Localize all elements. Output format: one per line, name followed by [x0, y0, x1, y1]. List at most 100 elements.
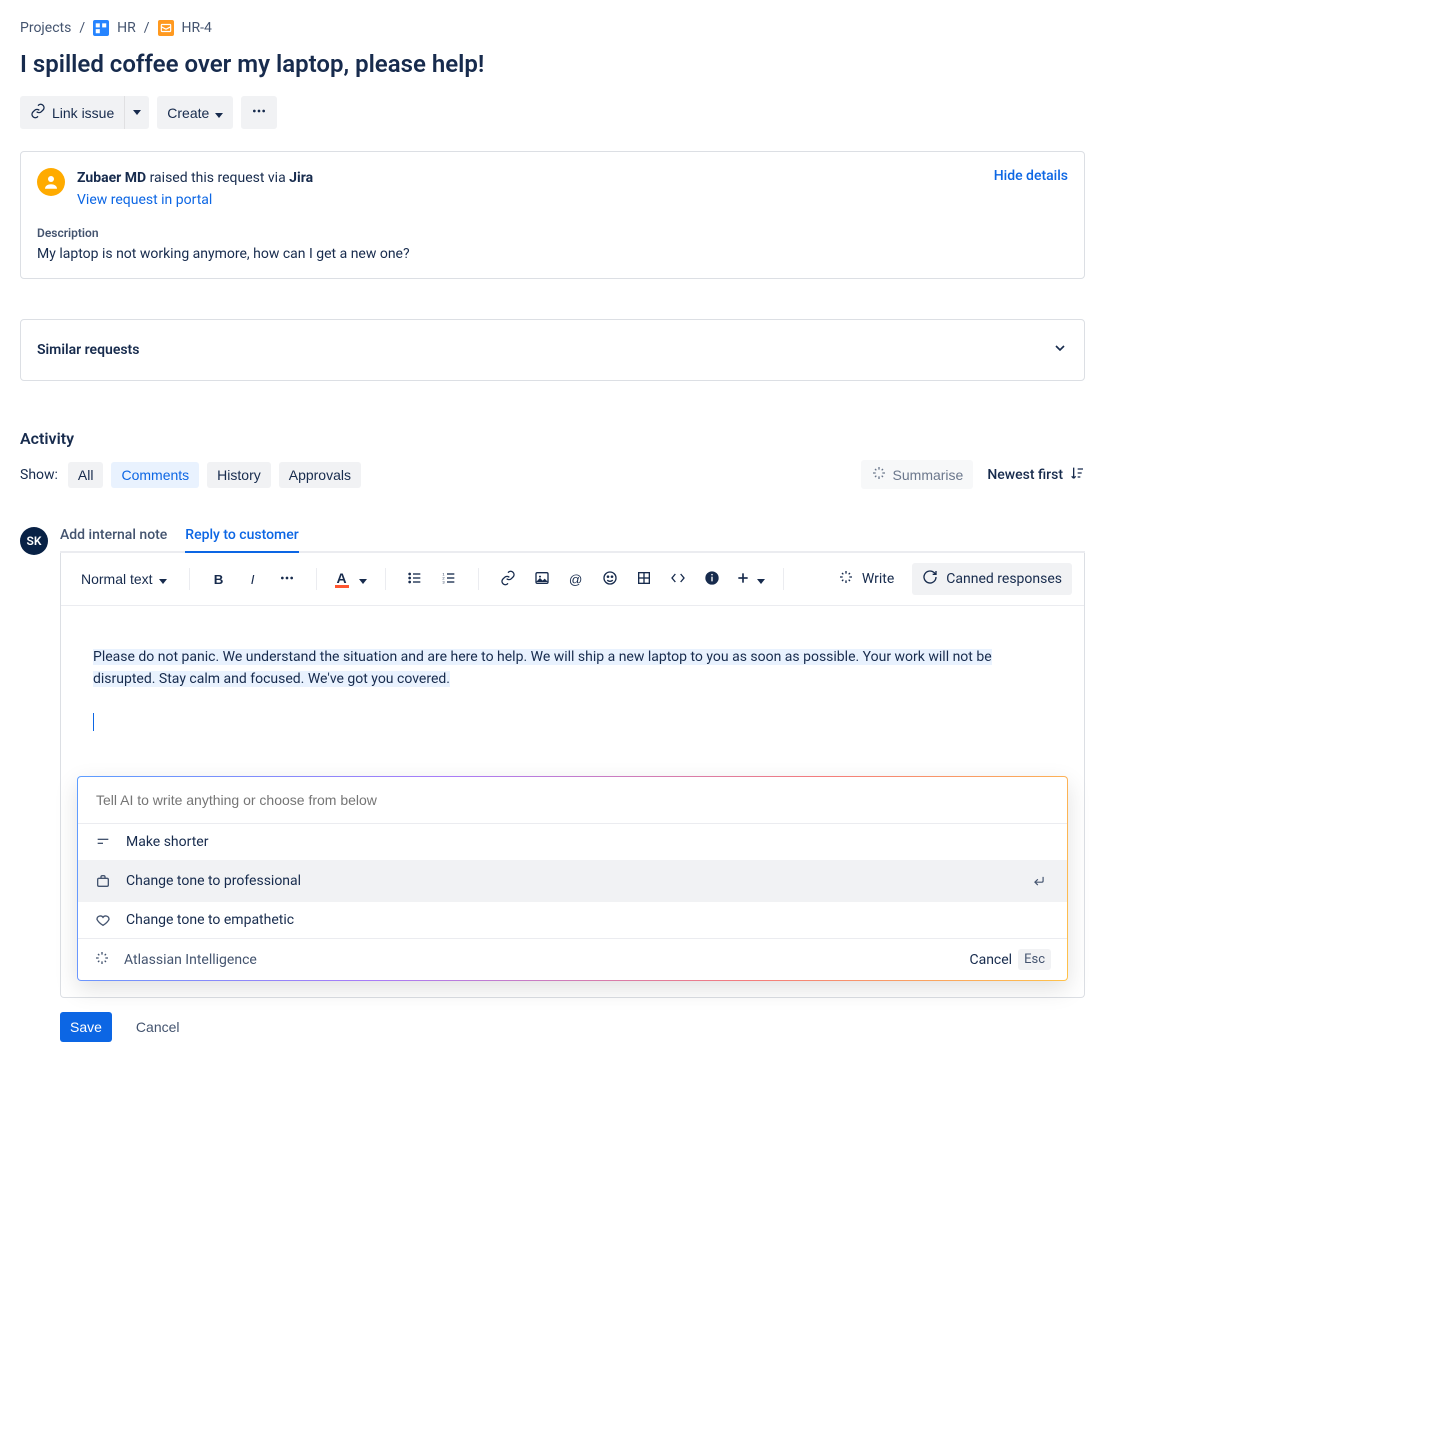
table-button[interactable] [629, 564, 659, 594]
hide-details-link[interactable]: Hide details [994, 168, 1068, 184]
link-issue-more-button[interactable] [124, 96, 149, 129]
link-button[interactable] [493, 564, 523, 594]
chevron-down-icon [757, 571, 765, 587]
more-actions-button[interactable] [241, 96, 277, 129]
ai-option-tone-professional[interactable]: Change tone to professional [78, 860, 1067, 902]
bold-button[interactable]: B [204, 564, 234, 594]
image-button[interactable] [527, 564, 557, 594]
requester-line: Zubaer MD raised this request via Jira [77, 170, 313, 186]
numbered-list-button[interactable]: 123 [434, 564, 464, 594]
sort-icon [1069, 465, 1085, 485]
chevron-down-icon [159, 571, 167, 587]
ai-option-label: Change tone to empathetic [126, 912, 294, 928]
filter-all[interactable]: All [68, 462, 104, 488]
emoji-button[interactable] [595, 564, 625, 594]
ai-option-make-shorter[interactable]: Make shorter [78, 824, 1067, 860]
sort-button[interactable]: Newest first [987, 465, 1085, 485]
info-button[interactable] [697, 564, 727, 594]
shorten-icon [94, 834, 112, 850]
canned-label: Canned responses [946, 571, 1062, 587]
chevron-down-icon [359, 571, 367, 587]
create-label: Create [167, 105, 209, 121]
table-icon [636, 570, 652, 589]
summarise-button[interactable]: Summarise [861, 460, 974, 489]
emoji-icon [602, 570, 618, 589]
filter-approvals[interactable]: Approvals [279, 462, 361, 488]
project-icon [93, 20, 109, 36]
ai-write-button[interactable]: Write [828, 563, 904, 595]
ai-panel: Make shorter Change tone to professional [77, 776, 1068, 981]
summarise-label: Summarise [893, 467, 964, 483]
cancel-button[interactable]: Cancel [126, 1012, 190, 1042]
insert-more-button[interactable] [731, 564, 769, 594]
ai-prompt-input[interactable] [94, 791, 1051, 809]
ai-option-tone-empathetic[interactable]: Change tone to empathetic [78, 902, 1067, 938]
selected-text: Please do not panic. We understand the s… [93, 649, 992, 687]
requester-name: Zubaer MD [77, 170, 146, 186]
svg-text:3: 3 [442, 579, 445, 584]
italic-button[interactable]: I [238, 564, 268, 594]
more-icon [251, 103, 267, 122]
editor-toolbar: Normal text B I A [61, 553, 1084, 606]
similar-requests-label: Similar requests [37, 342, 139, 358]
chevron-down-icon [1052, 340, 1068, 360]
editor-tabs: Add internal note Reply to customer [60, 527, 1085, 553]
tab-reply-customer[interactable]: Reply to customer [185, 527, 298, 553]
breadcrumb-project-key[interactable]: HR [117, 20, 136, 36]
request-source: Jira [289, 170, 313, 186]
text-color-button[interactable]: A [331, 564, 371, 594]
sort-label: Newest first [987, 467, 1063, 483]
refresh-icon [922, 569, 938, 589]
more-formatting-button[interactable] [272, 564, 302, 594]
create-button[interactable]: Create [157, 96, 233, 129]
link-icon [500, 570, 516, 589]
show-label: Show: [20, 467, 58, 483]
ai-cancel-button[interactable]: Cancel [969, 952, 1012, 968]
heart-icon [94, 912, 112, 928]
image-icon [534, 570, 550, 589]
briefcase-icon [94, 873, 112, 889]
mention-button[interactable]: @ [561, 564, 591, 594]
tab-internal-note[interactable]: Add internal note [60, 527, 167, 553]
breadcrumb-projects[interactable]: Projects [20, 20, 71, 36]
code-icon [670, 570, 686, 589]
numbered-list-icon: 123 [441, 570, 457, 589]
code-button[interactable] [663, 564, 693, 594]
activity-controls: Show: All Comments History Approvals Sum… [20, 460, 1085, 489]
description-body: My laptop is not working anymore, how ca… [37, 246, 1068, 262]
current-user-avatar: SK [20, 527, 48, 555]
text-color-icon: A [335, 571, 349, 588]
breadcrumb-issue-key[interactable]: HR-4 [182, 20, 212, 36]
ai-brand-label: Atlassian Intelligence [124, 952, 257, 968]
request-details-card: Zubaer MD raised this request via Jira V… [20, 151, 1085, 279]
more-icon [279, 570, 295, 589]
view-in-portal-link[interactable]: View request in portal [77, 192, 212, 208]
link-issue-label: Link issue [52, 105, 114, 121]
raised-via-text: raised this request via [146, 170, 289, 186]
write-label: Write [862, 571, 894, 587]
issue-type-icon [158, 20, 174, 36]
filter-history[interactable]: History [207, 462, 271, 488]
esc-key-label: Esc [1018, 949, 1051, 970]
bullet-list-button[interactable] [400, 564, 430, 594]
canned-responses-button[interactable]: Canned responses [912, 563, 1072, 595]
text-style-label: Normal text [81, 571, 153, 587]
chevron-down-icon [215, 105, 223, 121]
action-bar: Link issue Create [20, 96, 1085, 129]
ai-sparkle-icon [838, 569, 854, 589]
activity-heading: Activity [20, 429, 1085, 448]
at-icon: @ [569, 572, 583, 587]
page-title: I spilled coffee over my laptop, please … [20, 50, 1085, 78]
similar-requests-panel[interactable]: Similar requests [20, 319, 1085, 381]
italic-icon: I [251, 572, 255, 587]
editor-textarea[interactable]: Please do not panic. We understand the s… [61, 606, 1084, 776]
save-button[interactable]: Save [60, 1012, 112, 1042]
filter-comments[interactable]: Comments [111, 462, 199, 488]
info-icon [704, 570, 720, 589]
editor-block: SK Add internal note Reply to customer N… [20, 527, 1085, 1042]
ai-option-label: Change tone to professional [126, 873, 301, 889]
plus-icon [735, 570, 751, 589]
link-issue-button[interactable]: Link issue [20, 96, 124, 129]
requester-avatar [37, 168, 65, 196]
text-style-dropdown[interactable]: Normal text [73, 564, 175, 594]
